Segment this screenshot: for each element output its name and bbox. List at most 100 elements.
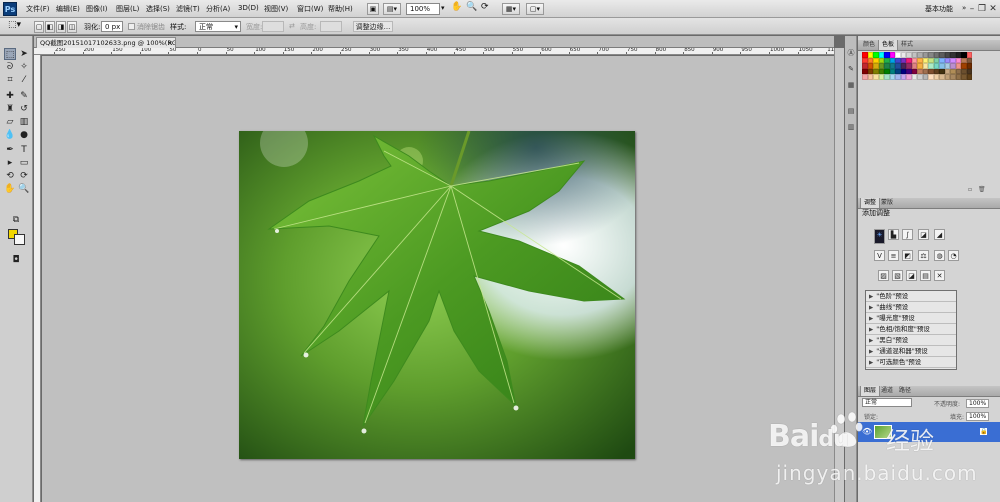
menu-help[interactable]: 帮助(H) (328, 4, 353, 14)
preset-exposure[interactable]: ▶ "曝光度"预设 (866, 313, 956, 324)
gradient-map-icon[interactable]: ▤ (920, 270, 931, 281)
document-image-maple-leaf[interactable] (239, 131, 635, 459)
tab-swatches[interactable]: 色板 (878, 40, 899, 50)
swap-icon[interactable]: ⇄ (289, 22, 295, 30)
move-tool-icon[interactable]: ➤ (18, 48, 30, 60)
photo-filter-icon[interactable]: ⚖ (918, 250, 929, 261)
preset-selective-color[interactable]: ▶ "可选颜色"预设 (866, 357, 956, 368)
black-white-icon[interactable]: ◩ (902, 250, 913, 261)
actions-panel-icon[interactable]: ✎ (846, 64, 856, 74)
eyedropper-tool-icon[interactable]: ⁄ (18, 74, 30, 86)
zoom-tool-icon[interactable]: 🔍 (466, 2, 477, 12)
preset-hue-saturation[interactable]: ▶ "色相/饱和度"预设 (866, 324, 956, 335)
clone-source-icon[interactable]: ▤ (846, 106, 856, 116)
marquee-preset-icon[interactable]: ⬚▾ (8, 20, 21, 30)
preset-levels[interactable]: ▶ "色阶"预设 (866, 291, 956, 302)
tab-styles[interactable]: 样式 (898, 40, 916, 50)
subtract-selection-icon[interactable]: ◨ (56, 21, 66, 33)
bridge-button[interactable]: ▣ (367, 3, 379, 15)
zoom-dropdown-icon[interactable]: ▾ (441, 4, 445, 12)
path-selection-tool-icon[interactable]: ▸ (4, 157, 16, 169)
screen-mode-button[interactable]: ▢▾ (526, 3, 544, 15)
arrange-documents-button[interactable]: ▦▾ (502, 3, 520, 15)
close-icon[interactable]: ✕ (987, 3, 999, 15)
curves-icon[interactable]: ∫ (902, 229, 913, 240)
exposure-icon[interactable]: ◪ (918, 229, 929, 240)
blur-tool-icon[interactable]: 💧 (4, 129, 16, 141)
clone-stamp-tool-icon[interactable]: ♜ (4, 103, 16, 115)
mini-bridge-button[interactable]: ▤▾ (383, 3, 401, 15)
width-input[interactable] (262, 21, 284, 32)
height-input[interactable] (320, 21, 342, 32)
new-selection-icon[interactable]: ▢ (34, 21, 44, 33)
selective-color-icon[interactable]: ✕ (934, 270, 945, 281)
refine-edge-button[interactable]: 调整边缘... (353, 21, 393, 32)
healing-brush-tool-icon[interactable]: ✚ (4, 90, 16, 102)
zoom-level-field[interactable]: 100% (406, 3, 440, 15)
info-panel-icon[interactable]: ▥ (846, 122, 856, 132)
feather-input[interactable]: 0 px (101, 21, 123, 32)
vibrance-icon[interactable]: ◢ (934, 229, 945, 240)
channel-mixer-icon[interactable]: ◍ (934, 250, 945, 261)
workspace-switcher[interactable]: 基本功能 (925, 4, 953, 14)
document-tab[interactable]: QQ截图20151017102633.png @ 100%(RGB/8) × (36, 37, 176, 48)
menu-edit[interactable]: 编辑(E) (56, 4, 80, 14)
menu-image[interactable]: 图像(I) (86, 4, 108, 14)
menu-select[interactable]: 选择(S) (146, 4, 170, 14)
selective-color-mini-icon[interactable]: ◔ (948, 250, 959, 261)
quick-mask-icon[interactable]: ◘ (10, 254, 22, 266)
type-tool-icon[interactable]: T (18, 144, 30, 156)
gradient-tool-icon[interactable]: ▥ (18, 116, 30, 128)
color-swatch[interactable] (966, 74, 972, 80)
zoom-tool-icon[interactable]: 🔍 (18, 183, 30, 195)
pen-tool-icon[interactable]: ✒ (4, 144, 16, 156)
crop-tool-icon[interactable]: ⌗ (4, 74, 16, 86)
history-brush-tool-icon[interactable]: ↺ (18, 103, 30, 115)
blend-mode-select[interactable]: 正常 (862, 398, 912, 407)
antialias-checkbox[interactable] (128, 23, 135, 30)
brush-panel-icon[interactable]: ▦ (846, 80, 856, 90)
opacity-input[interactable]: 100% (966, 399, 990, 408)
menu-analysis[interactable]: 分析(A) (206, 4, 230, 14)
invert-icon[interactable]: ▨ (878, 270, 889, 281)
hand-tool-icon[interactable]: ✋ (4, 183, 16, 195)
menu-view[interactable]: 视图(V) (264, 4, 288, 14)
brightness-contrast-icon[interactable]: ☀ (874, 229, 885, 244)
hand-tool-icon[interactable]: ✋ (451, 2, 462, 12)
background-color-swatch[interactable] (14, 234, 25, 245)
rotate-view-icon[interactable]: ⟳ (481, 2, 489, 12)
default-colors-icon[interactable]: ⧉ (10, 214, 22, 226)
menu-filter[interactable]: 滤镜(T) (176, 4, 200, 14)
tab-color[interactable]: 颜色 (860, 40, 878, 50)
brush-tool-icon[interactable]: ✎ (18, 90, 30, 102)
tab-masks[interactable]: 蒙版 (878, 198, 896, 208)
dodge-tool-icon[interactable]: ● (18, 129, 30, 141)
magic-wand-tool-icon[interactable]: ✧ (18, 61, 30, 73)
add-selection-icon[interactable]: ◧ (45, 21, 55, 33)
style-select[interactable]: 正常 ▾ (195, 21, 241, 32)
new-swatch-icon[interactable]: ▫ (968, 186, 972, 193)
menu-window[interactable]: 窗口(W) (297, 4, 323, 14)
menu-layer[interactable]: 图层(L) (116, 4, 139, 14)
tab-paths[interactable]: 路径 (896, 386, 914, 396)
levels-icon[interactable]: ▙ (888, 229, 899, 240)
eraser-tool-icon[interactable]: ▱ (4, 116, 16, 128)
rectangle-shape-tool-icon[interactable]: ▭ (18, 157, 30, 169)
tab-channels[interactable]: 通道 (878, 386, 896, 396)
intersect-selection-icon[interactable]: ◫ (67, 21, 77, 33)
preset-channel-mixer[interactable]: ▶ "通道混和器"预设 (866, 346, 956, 357)
posterize-icon[interactable]: ▧ (892, 270, 903, 281)
tab-layers[interactable]: 图层 (860, 386, 881, 396)
hue-saturation-icon[interactable]: V (874, 250, 885, 261)
preset-black-white[interactable]: ▶ "黑白"预设 (866, 335, 956, 346)
lasso-tool-icon[interactable]: ᘐ (4, 61, 16, 73)
close-tab-icon[interactable]: × (168, 38, 173, 48)
menu-3d[interactable]: 3D(D) (238, 4, 259, 12)
fill-input[interactable]: 100% (966, 412, 990, 421)
preset-curves[interactable]: ▶ "曲线"预设 (866, 302, 956, 313)
menu-file[interactable]: 文件(F) (26, 4, 50, 14)
tab-adjustments[interactable]: 调整 (860, 198, 881, 208)
delete-swatch-icon[interactable]: 🗑 (978, 186, 986, 193)
color-balance-icon[interactable]: ≡ (888, 250, 899, 261)
rectangular-marquee-tool-icon[interactable]: ⬚ (4, 48, 16, 60)
